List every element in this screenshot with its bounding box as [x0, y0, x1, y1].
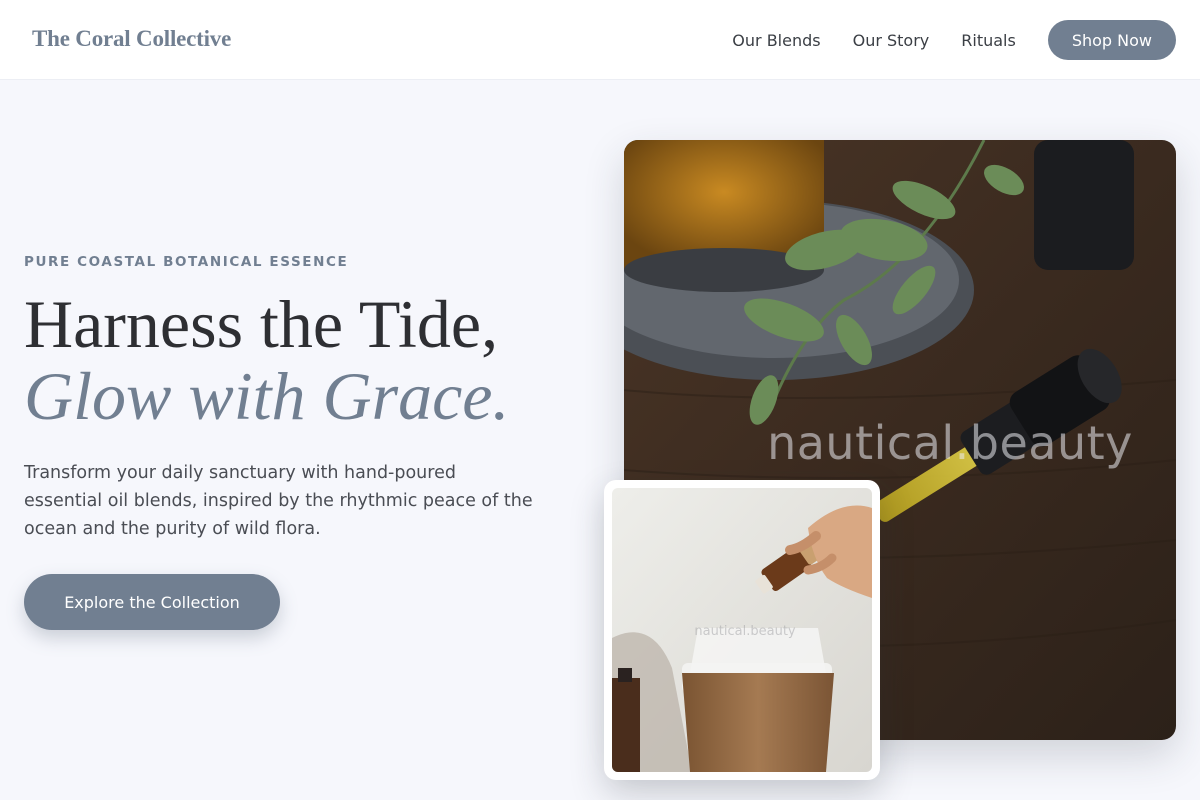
main-photo-watermark: nautical.beauty [767, 416, 1133, 470]
headline-line-1: Harness the Tide, [24, 286, 499, 362]
nav-our-blends[interactable]: Our Blends [732, 31, 820, 50]
nav-rituals[interactable]: Rituals [961, 31, 1016, 50]
explore-collection-button[interactable]: Explore the Collection [24, 574, 280, 630]
inset-photo-card: nautical.beauty [604, 480, 880, 780]
nav-our-story[interactable]: Our Story [853, 31, 930, 50]
inset-photo-watermark: nautical.beauty [694, 624, 796, 639]
site-header: The Coral Collective Our Blends Our Stor… [0, 0, 1200, 80]
hero-description: Transform your daily sanctuary with hand… [24, 463, 533, 539]
brand-logo[interactable]: The Coral Collective [32, 26, 231, 52]
main-nav: Our Blends Our Story Rituals Shop Now [732, 20, 1176, 60]
headline-line-2: Glow with Grace. [24, 358, 510, 434]
hero-headline: Harness the Tide, Glow with Grace. [24, 288, 509, 432]
shop-now-button[interactable]: Shop Now [1047, 20, 1176, 60]
hero-eyebrow: PURE COASTAL BOTANICAL ESSENCE [24, 254, 349, 270]
diffuser-photo: nautical.beauty [612, 488, 872, 772]
